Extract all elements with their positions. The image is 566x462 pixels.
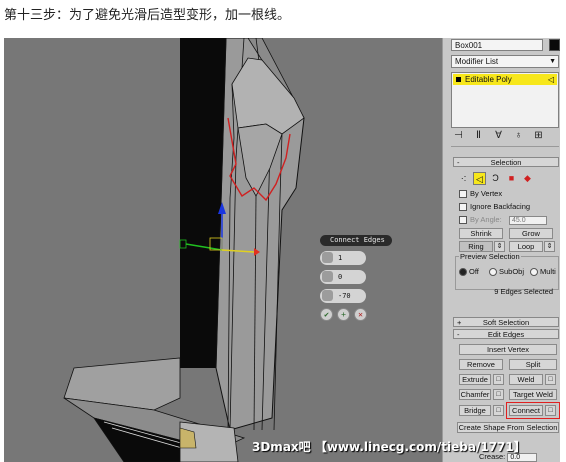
ignore-backfacing-checkbox[interactable]: Ignore Backfacing [459, 202, 530, 212]
watermark: 3Dmax吧 【www.linecg.com/tieba/1771】 [252, 440, 526, 454]
chamfer-button[interactable]: Chamfer [459, 389, 491, 400]
apply-plus-icon[interactable]: + [337, 308, 350, 321]
make-unique-icon[interactable]: ∀ [493, 130, 504, 141]
segments-icon [322, 252, 333, 263]
edge-icon[interactable]: ◁ [473, 171, 486, 185]
caddy-pinch-field[interactable]: 0 [320, 270, 366, 284]
stack-toolbar: ⊣ Ⅱ ∀ ♁ ⊞ [453, 128, 559, 142]
selection-status: 9 Edges Selected [494, 287, 553, 296]
connect-edges-caddy[interactable]: Connect Edges 1 0 -70 ✔ + ✕ [320, 235, 392, 321]
ring-button[interactable]: Ring [459, 241, 493, 252]
expand-icon[interactable] [456, 77, 461, 82]
grow-button[interactable]: Grow [509, 228, 553, 239]
bridge-settings-icon[interactable]: □ [493, 405, 504, 416]
by-vertex-checkbox[interactable]: By Vertex [459, 189, 502, 199]
ring-spinner[interactable]: ⇕ [494, 241, 505, 252]
caddy-segments-field[interactable]: 1 [320, 251, 366, 265]
subobject-icons: ·: ◁ Ɔ ■ ◆ [457, 171, 547, 185]
object-name-field[interactable]: Box001 [451, 39, 543, 51]
caddy-slide-field[interactable]: -70 [320, 289, 366, 303]
weld-button[interactable]: Weld [509, 374, 543, 385]
split-button[interactable]: Split [509, 359, 557, 370]
preview-multi-radio[interactable]: Multi [530, 267, 556, 277]
modifier-list-label: Modifier List [455, 57, 499, 66]
soft-selection-rollout-header[interactable]: + Soft Selection [453, 317, 559, 327]
chamfer-settings-icon[interactable]: □ [493, 389, 504, 400]
object-color-swatch[interactable] [549, 39, 560, 51]
caddy-title[interactable]: Connect Edges [320, 235, 392, 246]
pinch-icon [322, 271, 333, 282]
loop-spinner[interactable]: ⇕ [544, 241, 555, 252]
chevron-down-icon: ▼ [549, 58, 556, 65]
segments-value[interactable]: 1 [338, 251, 342, 265]
shrink-button[interactable]: Shrink [459, 228, 503, 239]
slide-icon [322, 290, 333, 301]
bridge-button[interactable]: Bridge [459, 405, 491, 416]
connect-highlight-box [506, 402, 560, 419]
command-panel: Box001 Modifier List ▼ Editable Poly ◁ ⊣… [442, 38, 560, 462]
stack-item-editable-poly[interactable]: Editable Poly ◁ [453, 74, 557, 85]
edit-edges-rollout-header[interactable]: - Edit Edges [453, 329, 559, 339]
pin-stack-icon[interactable]: ⊣ [453, 130, 464, 141]
modifier-stack: Editable Poly ◁ [451, 72, 559, 128]
pinch-value[interactable]: 0 [338, 270, 342, 284]
configure-sets-icon[interactable]: ⊞ [533, 130, 544, 141]
divider [451, 146, 559, 147]
edge-subobject-icon: ◁ [547, 75, 554, 84]
ok-check-icon[interactable]: ✔ [320, 308, 333, 321]
preview-selection-group: Preview Selection Off SubObj Multi [455, 252, 559, 290]
preview-subobj-radio[interactable]: SubObj [489, 267, 524, 277]
selection-rollout-header[interactable]: - Selection [453, 157, 559, 167]
slide-value[interactable]: -70 [338, 289, 351, 303]
polygon-icon[interactable]: ■ [505, 172, 518, 185]
vertex-icon[interactable]: ·: [457, 172, 470, 185]
preview-off-radio[interactable]: Off [459, 267, 479, 277]
show-end-result-icon[interactable]: Ⅱ [473, 130, 484, 141]
cancel-x-icon[interactable]: ✕ [354, 308, 367, 321]
step-caption: 第十三步：为了避免光滑后造型变形，加一根线。 [4, 8, 291, 23]
remove-modifier-icon[interactable]: ♁ [513, 130, 524, 141]
create-shape-button[interactable]: Create Shape From Selection [457, 422, 559, 433]
stack-item-label: Editable Poly [465, 75, 512, 84]
weld-settings-icon[interactable]: □ [545, 374, 556, 385]
insert-vertex-button[interactable]: Insert Vertex [459, 344, 557, 355]
extrude-settings-icon[interactable]: □ [493, 374, 504, 385]
angle-spinner[interactable]: 45.0 [509, 216, 547, 225]
loop-button[interactable]: Loop [509, 241, 543, 252]
element-icon[interactable]: ◆ [521, 172, 534, 185]
modifier-list-dropdown[interactable]: Modifier List ▼ [451, 55, 559, 68]
target-weld-button[interactable]: Target Weld [509, 389, 557, 400]
remove-button[interactable]: Remove [459, 359, 503, 370]
extrude-button[interactable]: Extrude [459, 374, 491, 385]
by-angle-checkbox[interactable]: By Angle: [459, 215, 502, 225]
screenshot-area: Connect Edges 1 0 -70 ✔ + ✕ Box001 Modif… [4, 38, 560, 462]
perspective-viewport[interactable]: Connect Edges 1 0 -70 ✔ + ✕ [4, 38, 442, 462]
border-icon[interactable]: Ɔ [489, 172, 502, 185]
